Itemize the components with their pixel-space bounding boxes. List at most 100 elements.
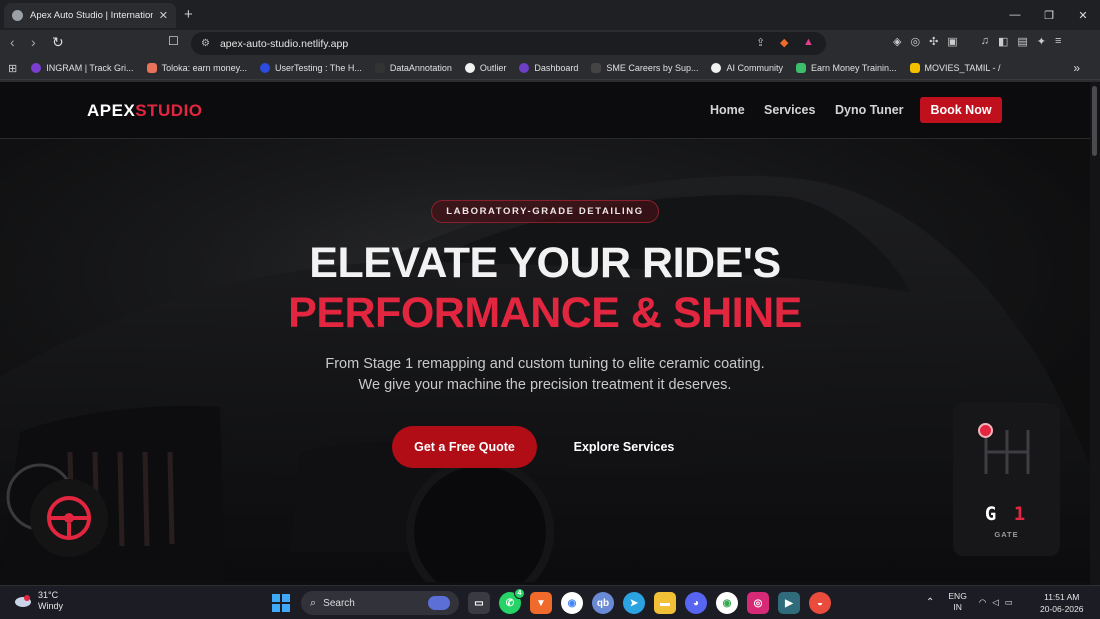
tab-title: Apex Auto Studio | International bbox=[30, 10, 153, 21]
whatsapp-badge: 4 bbox=[514, 588, 525, 599]
brave-shield-icon[interactable]: ◆ bbox=[780, 36, 788, 49]
get-quote-button[interactable]: Get a Free Quote bbox=[392, 426, 537, 468]
sme-icon bbox=[591, 63, 602, 73]
restore-button[interactable]: ❐ bbox=[1032, 0, 1066, 30]
telegram-icon[interactable]: ➤ bbox=[623, 592, 645, 614]
bookmark-movies-tamil[interactable]: MOVIES_TAMIL - / bbox=[909, 63, 1001, 73]
tray-expand-icon[interactable]: ⌃ bbox=[926, 597, 934, 608]
instagram-icon[interactable]: ◎ bbox=[747, 592, 769, 614]
bookmark-sme-careers[interactable]: SME Careers by Sup... bbox=[591, 63, 698, 73]
gear-letter: G bbox=[984, 503, 1000, 525]
apps-grid-icon[interactable]: ⊞ bbox=[8, 62, 17, 75]
address-bar[interactable]: ⚙ apex-auto-studio.netlify.app ⇪ ◆ ▲ bbox=[191, 32, 826, 55]
bookmark-earn-money[interactable]: Earn Money Trainin... bbox=[795, 63, 897, 73]
steering-wheel-button[interactable] bbox=[30, 479, 108, 557]
logo-apex: APEX bbox=[87, 101, 136, 120]
scrollbar-thumb[interactable] bbox=[1092, 86, 1097, 156]
screenshot-icon[interactable]: ▣ bbox=[947, 35, 957, 48]
battery-icon[interactable]: ▭ bbox=[1005, 597, 1013, 608]
region-label: IN bbox=[953, 602, 962, 612]
clock[interactable]: 11:51 AM 20-06-2026 bbox=[1040, 591, 1083, 615]
bookmark-label: AI Community bbox=[726, 63, 783, 73]
language-indicator[interactable]: ENG IN bbox=[948, 591, 966, 613]
leo-ai-icon[interactable]: ✦ bbox=[1037, 35, 1046, 48]
bookmark-label: DataAnnotation bbox=[389, 63, 452, 73]
bookmark-icon[interactable]: ☐ bbox=[168, 34, 179, 48]
site-logo[interactable]: APEXSTUDIO bbox=[87, 101, 203, 121]
bookmark-label: Earn Money Trainin... bbox=[810, 63, 897, 73]
site-info-icon[interactable]: ⚙ bbox=[201, 38, 210, 49]
book-now-button[interactable]: Book Now bbox=[920, 97, 1002, 123]
taskbar: 31°C Windy ⌕ Search ▭ ✆ 4 ▼ ◉ qb ➤ ▬ ◕ ◉ … bbox=[0, 585, 1100, 619]
reload-button[interactable]: ↻ bbox=[52, 34, 64, 51]
nav-dyno-tuner[interactable]: Dyno Tuner bbox=[835, 103, 904, 117]
browser-toolbar: ‹ › ↻ ☐ ⚙ apex-auto-studio.netlify.app ⇪… bbox=[0, 30, 1100, 57]
chrome-profile-icon[interactable]: ◉ bbox=[716, 592, 738, 614]
discord-icon[interactable]: ◕ bbox=[685, 592, 707, 614]
bookmark-ai-community[interactable]: AI Community bbox=[711, 63, 783, 73]
file-explorer-icon[interactable]: ▬ bbox=[654, 592, 676, 614]
eyes-extension-icon[interactable]: ◎ bbox=[910, 35, 920, 48]
extension-icons: ◈ ◎ ✣ ▣ ♫ ◧ ▤ ✦ ≡ bbox=[893, 35, 1061, 48]
close-window-button[interactable]: ✕ bbox=[1066, 0, 1100, 30]
start-button[interactable] bbox=[270, 592, 292, 614]
bookmark-label: SME Careers by Sup... bbox=[606, 63, 699, 73]
gear-shifter-widget[interactable]: G 1 GATE bbox=[953, 403, 1060, 556]
wallet-icon[interactable]: ▤ bbox=[1017, 35, 1027, 48]
bookmark-outlier[interactable]: Outlier bbox=[464, 63, 507, 73]
url-text: apex-auto-studio.netlify.app bbox=[219, 37, 349, 50]
brave-browser-icon[interactable]: ▼ bbox=[530, 592, 552, 614]
watermelon-app-icon[interactable]: ◒ bbox=[809, 592, 831, 614]
forward-button[interactable]: › bbox=[31, 34, 36, 50]
minimize-button[interactable]: — bbox=[998, 0, 1032, 30]
outlier-icon bbox=[464, 63, 475, 73]
wind-cloud-icon bbox=[15, 595, 31, 607]
ingram-icon bbox=[31, 63, 42, 73]
usertesting-icon bbox=[259, 63, 270, 73]
taskbar-search[interactable]: ⌕ Search bbox=[301, 591, 459, 615]
temperature: 31°C bbox=[38, 590, 59, 600]
media-app-icon[interactable]: ▶ bbox=[778, 592, 800, 614]
more-bookmarks-icon[interactable]: » bbox=[1073, 61, 1080, 75]
sidebar-icon[interactable]: ◧ bbox=[998, 35, 1008, 48]
back-button[interactable]: ‹ bbox=[10, 34, 15, 50]
weather-widget[interactable]: 31°C Windy bbox=[14, 590, 63, 612]
app-icon-qb[interactable]: qb bbox=[592, 592, 614, 614]
whatsapp-icon[interactable]: ✆ 4 bbox=[499, 588, 525, 614]
wifi-icon[interactable]: ◠ bbox=[979, 597, 986, 608]
bookmark-label: MOVIES_TAMIL - / bbox=[924, 63, 1001, 73]
chrome-icon[interactable]: ◉ bbox=[561, 592, 583, 614]
gear-number: 1 bbox=[1013, 503, 1029, 525]
google-drive-icon bbox=[909, 63, 920, 73]
nav-home[interactable]: Home bbox=[710, 103, 745, 117]
bookmark-ingram[interactable]: INGRAM | Track Gri... bbox=[31, 63, 134, 73]
page-scrollbar[interactable] bbox=[1090, 82, 1100, 585]
puzzle-icon[interactable]: ✣ bbox=[929, 35, 938, 48]
earn-money-icon bbox=[795, 63, 806, 73]
share-icon[interactable]: ⇪ bbox=[756, 36, 765, 49]
close-tab-icon[interactable]: ✕ bbox=[159, 9, 168, 22]
browser-tab[interactable]: Apex Auto Studio | International ✕ bbox=[4, 3, 176, 28]
bookmark-toloka[interactable]: Toloka: earn money... bbox=[146, 63, 247, 73]
task-view-icon[interactable]: ▭ bbox=[468, 592, 490, 614]
new-tab-button[interactable]: + bbox=[184, 6, 193, 23]
hero-subtitle-line1: From Stage 1 remapping and custom tuning… bbox=[325, 356, 765, 372]
menu-icon[interactable]: ≡ bbox=[1055, 35, 1061, 48]
shield-extension-icon[interactable]: ◈ bbox=[893, 35, 901, 48]
explore-services-button[interactable]: Explore Services bbox=[553, 426, 695, 468]
gear-knob[interactable] bbox=[978, 423, 993, 438]
nav-services[interactable]: Services bbox=[764, 103, 815, 117]
volume-icon[interactable]: ◁ bbox=[992, 597, 999, 608]
steering-wheel-icon bbox=[47, 496, 91, 540]
hero-subtitle: From Stage 1 remapping and custom tuning… bbox=[0, 354, 1090, 396]
time: 11:51 AM bbox=[1044, 592, 1080, 602]
bookmark-usertesting[interactable]: UserTesting : The H... bbox=[259, 63, 362, 73]
bookmark-dashboard[interactable]: Dashboard bbox=[519, 63, 578, 73]
brave-rewards-icon[interactable]: ▲ bbox=[803, 36, 814, 48]
bookmark-label: Outlier bbox=[479, 63, 507, 73]
music-icon[interactable]: ♫ bbox=[981, 35, 989, 48]
site-header: APEXSTUDIO Home Services Dyno Tuner Book… bbox=[0, 82, 1090, 139]
hero-badge: LABORATORY-GRADE DETAILING bbox=[431, 200, 659, 223]
bookmark-label: UserTesting : The H... bbox=[274, 63, 362, 73]
bookmark-dataannotation[interactable]: DataAnnotation bbox=[374, 63, 452, 73]
